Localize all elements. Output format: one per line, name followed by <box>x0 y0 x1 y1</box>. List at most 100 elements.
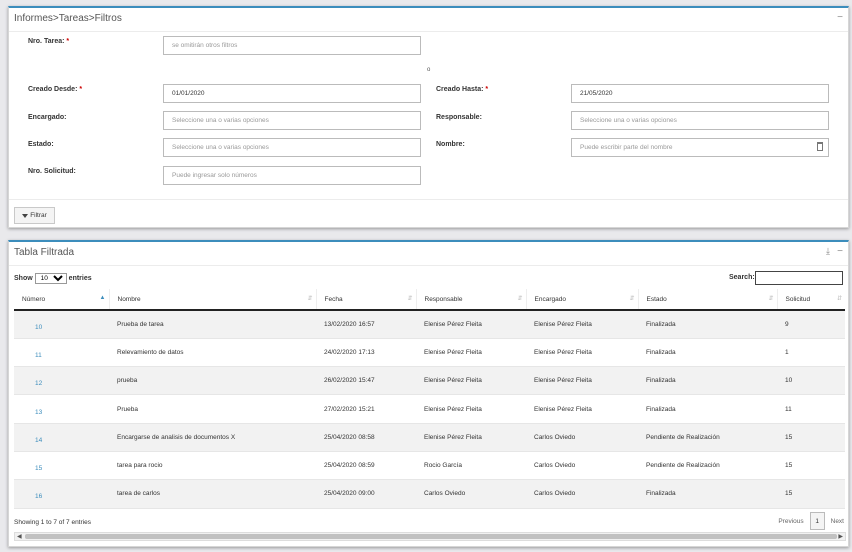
sort-icon: ⇵ <box>629 296 635 302</box>
cell-solicitud: 15 <box>777 451 845 481</box>
cell-encargado: Elenise Pérez Fleita <box>526 366 638 396</box>
cell-nombre: tarea de carlos <box>109 479 316 509</box>
breadcrumb: Informes>Tareas>Filtros <box>14 13 122 24</box>
required-mark: * <box>79 86 83 93</box>
cell-fecha: 13/02/2020 16:57 <box>316 310 416 339</box>
cell-estado: Pendiente de Realización <box>638 451 777 481</box>
cell-fecha: 25/04/2020 09:00 <box>316 479 416 509</box>
nombre-input[interactable] <box>571 138 829 157</box>
page-button[interactable]: 1 <box>809 512 825 530</box>
filter-icon <box>22 213 29 218</box>
search-input[interactable] <box>755 271 843 285</box>
pagination: Previous 1 Next <box>778 512 844 530</box>
cell-responsable: Elenise Pérez Fleita <box>416 310 526 339</box>
collapse-icon[interactable]: − <box>837 12 843 23</box>
cell-fecha: 27/02/2020 15:21 <box>316 394 416 424</box>
filters-panel-header: Informes>Tareas>Filtros − <box>9 8 848 32</box>
encargado-select[interactable] <box>163 111 421 130</box>
creado-hasta-input[interactable] <box>571 84 829 103</box>
cell-fecha: 26/02/2020 15:47 <box>316 366 416 396</box>
column-header-solicitud[interactable]: Solicitud ⇵ <box>776 289 845 311</box>
table-row: 10 Prueba de tarea 13/02/2020 16:57 Elen… <box>14 310 845 339</box>
cell-responsable: Carlos Oviedo <box>416 479 526 509</box>
responsable-select[interactable] <box>571 111 829 130</box>
sort-icon: ⇵ <box>836 296 842 302</box>
scroll-right-icon[interactable]: ▶ <box>838 533 843 540</box>
cell-encargado: Carlos Oviedo <box>526 423 638 452</box>
creado-desde-label: Creado Desde: * <box>28 86 83 93</box>
column-header-responsable[interactable]: Responsable ⇵ <box>415 289 526 311</box>
sort-icon: ⇵ <box>517 296 523 302</box>
table-row: 16 tarea de carlos 25/04/2020 09:00 Carl… <box>14 479 845 509</box>
table-row: 13 Prueba 27/02/2020 15:21 Elenise Pérez… <box>14 394 845 424</box>
cell-encargado: Carlos Oviedo <box>526 479 638 509</box>
cell-encargado: Elenise Pérez Fleita <box>526 338 638 368</box>
cell-encargado: Elenise Pérez Fleita <box>526 310 638 339</box>
cell-nombre: Prueba <box>109 394 316 424</box>
table-panel: Tabla Filtrada ⤓ − Show 10 entries Searc… <box>8 240 849 547</box>
nombre-label: Nombre: <box>436 141 465 148</box>
estado-label: Estado: <box>28 141 54 148</box>
task-number-link[interactable]: 16 <box>14 479 109 509</box>
trash-icon[interactable] <box>817 142 823 151</box>
previous-button[interactable]: Previous <box>778 518 803 525</box>
search-label: Search: <box>729 274 755 281</box>
entries-label: entries <box>68 275 92 282</box>
creado-hasta-label: Creado Hasta: * <box>436 86 489 93</box>
cell-responsable: Elenise Pérez Fleita <box>416 394 526 424</box>
cell-estado: Finalizada <box>638 366 777 396</box>
page-size-control: Show 10 entries <box>14 273 92 284</box>
column-header-nombre[interactable]: Nombre ⇵ <box>108 289 316 311</box>
nombre-field <box>571 138 829 157</box>
cell-nombre: Prueba de tarea <box>109 310 316 339</box>
table-header-row: Número ▲ Nombre ⇵ Fecha ⇵ Responsable ⇵ Enca… <box>14 289 845 311</box>
page-size-select[interactable]: 10 <box>34 273 67 284</box>
column-header-fecha[interactable]: Fecha ⇵ <box>315 289 416 311</box>
scrollbar-thumb[interactable] <box>25 534 837 539</box>
nro-tarea-input[interactable] <box>163 36 421 55</box>
cell-responsable: Rocio García <box>416 451 526 481</box>
scroll-left-icon[interactable]: ◀ <box>17 533 22 540</box>
cell-solicitud: 15 <box>777 479 845 509</box>
divider <box>9 199 848 200</box>
creado-desde-input[interactable] <box>163 84 421 103</box>
cell-estado: Finalizada <box>638 338 777 368</box>
task-number-link[interactable]: 15 <box>14 451 109 481</box>
collapse-icon[interactable]: − <box>837 246 843 257</box>
download-icon[interactable]: ⤓ <box>826 246 830 257</box>
table-panel-header: Tabla Filtrada ⤓ − <box>9 242 848 266</box>
cell-solicitud: 15 <box>777 423 845 452</box>
filters-panel: Informes>Tareas>Filtros − Nro. Tarea: * … <box>8 6 849 228</box>
sort-icon: ⇵ <box>307 296 313 302</box>
responsable-label: Responsable: <box>436 114 482 121</box>
column-header-numero[interactable]: Número ▲ <box>14 289 109 311</box>
cell-fecha: 25/04/2020 08:59 <box>316 451 416 481</box>
nro-solicitud-input[interactable] <box>163 166 421 185</box>
horizontal-scrollbar[interactable]: ◀ ▶ <box>14 532 846 541</box>
task-number-link[interactable]: 14 <box>14 423 109 452</box>
task-number-link[interactable]: 13 <box>14 394 109 424</box>
next-button[interactable]: Next <box>831 518 844 525</box>
cell-estado: Pendiente de Realización <box>638 423 777 452</box>
cell-estado: Finalizada <box>638 394 777 424</box>
cell-nombre: Encargarse de analisis de documentos X <box>109 423 316 452</box>
cell-nombre: tarea para rocio <box>109 451 316 481</box>
sort-icon: ⇵ <box>768 296 774 302</box>
cell-nombre: Relevamiento de datos <box>109 338 316 368</box>
show-label: Show <box>14 275 33 282</box>
nro-solicitud-label: Nro. Solicitud: <box>28 168 76 175</box>
cell-solicitud: 9 <box>777 310 845 339</box>
cell-fecha: 25/04/2020 08:58 <box>316 423 416 452</box>
cell-solicitud: 10 <box>777 366 845 396</box>
table-row: 12 prueba 26/02/2020 15:47 Elenise Pérez… <box>14 366 845 396</box>
column-header-estado[interactable]: Estado ⇵ <box>637 289 777 311</box>
cell-responsable: Elenise Pérez Fleita <box>416 366 526 396</box>
task-number-link[interactable]: 10 <box>14 310 109 339</box>
task-number-link[interactable]: 12 <box>14 366 109 396</box>
task-number-link[interactable]: 11 <box>14 338 109 368</box>
column-header-encargado[interactable]: Encargado ⇵ <box>525 289 638 311</box>
table-title: Tabla Filtrada <box>14 247 75 258</box>
cell-estado: Finalizada <box>638 479 777 509</box>
estado-select[interactable] <box>163 138 421 157</box>
filter-button[interactable]: Filtrar <box>14 207 55 224</box>
